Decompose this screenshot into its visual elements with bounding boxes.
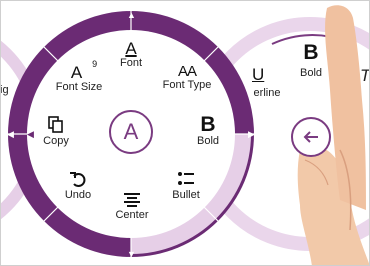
radial-menu-demo: ▲ ▼ ◀ ▶ ◀ ig A Font A9 Font Size AA Font…: [0, 0, 370, 266]
center-align-label: Center: [115, 209, 149, 221]
bullet-item[interactable]: Bullet: [166, 170, 206, 202]
bold-item[interactable]: B Bold: [190, 114, 226, 148]
copy-item[interactable]: Copy: [36, 116, 76, 148]
font-underline-icon: A: [125, 39, 137, 58]
font-size-label: Font Size: [55, 81, 103, 93]
font-item[interactable]: A Font: [114, 40, 148, 70]
right-bold-item[interactable]: B Bold: [296, 42, 326, 81]
bullet-list-icon: [178, 172, 194, 185]
arrow-left-secondary-icon: ◀: [27, 129, 34, 139]
back-button[interactable]: [291, 117, 331, 157]
right-bold-label: Bold: [299, 67, 323, 79]
font-type-label: Font Type: [162, 79, 212, 91]
underline-icon: U: [252, 65, 265, 84]
undo-item[interactable]: Undo: [60, 170, 96, 202]
copy-icon: [48, 116, 63, 133]
bullet-label: Bullet: [172, 189, 200, 201]
right-underline-label: erline: [253, 87, 281, 99]
copy-label: Copy: [43, 135, 69, 147]
arrow-left-icon[interactable]: ◀: [7, 130, 14, 139]
undo-label: Undo: [64, 189, 92, 201]
font-type-icon: AA: [177, 63, 197, 80]
font-size-icon: A9: [70, 59, 98, 82]
font-type-item[interactable]: AA Font Type: [156, 64, 218, 92]
bold-label: Bold: [196, 135, 220, 147]
italic-icon[interactable]: T: [360, 66, 370, 86]
center-glyph: A: [123, 119, 139, 144]
undo-icon: [70, 172, 86, 187]
bold-icon: B: [200, 113, 216, 136]
center-button[interactable]: A: [109, 110, 153, 154]
center-align-icon: [124, 193, 140, 207]
right-underline-item[interactable]: U erline: [246, 66, 288, 101]
offscreen-item-label: ig: [0, 84, 9, 96]
font-label: Font: [119, 57, 142, 69]
back-arrow-icon: [303, 131, 318, 143]
font-size-item[interactable]: A9 Font Size: [48, 59, 110, 94]
right-bold-icon: B: [303, 41, 319, 64]
arrow-down-icon[interactable]: ▼: [127, 250, 136, 259]
arrow-up-icon[interactable]: ▲: [127, 11, 136, 20]
arrow-right-icon[interactable]: ▶: [248, 130, 255, 139]
center-align-item[interactable]: Center: [112, 192, 152, 222]
